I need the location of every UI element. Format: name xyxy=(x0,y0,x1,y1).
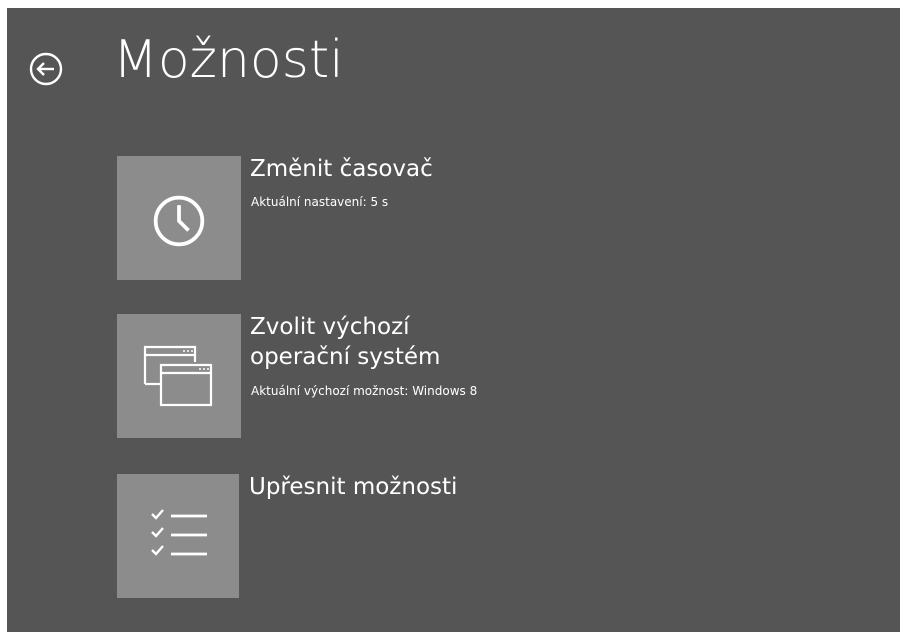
change-timer-option[interactable]: Změnit časovač Aktuální nastavení: 5 s xyxy=(7,156,607,282)
checklist-icon xyxy=(151,509,207,556)
choose-default-os-title-line1: Zvolit výchozí xyxy=(250,314,410,340)
change-timer-title: Změnit časovač xyxy=(250,156,433,182)
change-timer-subtitle: Aktuální nastavení: 5 s xyxy=(251,195,389,209)
choose-default-os-option[interactable]: Zvolit výchozí operační systém Aktuální … xyxy=(7,314,607,438)
choose-default-os-subtitle: Aktuální výchozí možnost: Windows 8 xyxy=(251,384,478,398)
advanced-options-title: Upřesnit možnosti xyxy=(249,474,458,500)
page-title: Možnosti xyxy=(113,30,344,90)
back-arrow-circle-icon xyxy=(29,52,63,86)
clock-tile xyxy=(117,156,241,280)
checklist-tile xyxy=(117,474,239,598)
clock-icon xyxy=(153,195,205,247)
choose-default-os-title-line2: operační systém xyxy=(250,344,441,370)
advanced-options-option[interactable]: Upřesnit možnosti xyxy=(7,474,607,598)
back-button[interactable] xyxy=(29,52,63,86)
windows-tile xyxy=(117,314,241,438)
options-screen: Možnosti Změnit časovač Aktuální nastave… xyxy=(7,8,900,632)
windows-icon xyxy=(143,345,213,407)
